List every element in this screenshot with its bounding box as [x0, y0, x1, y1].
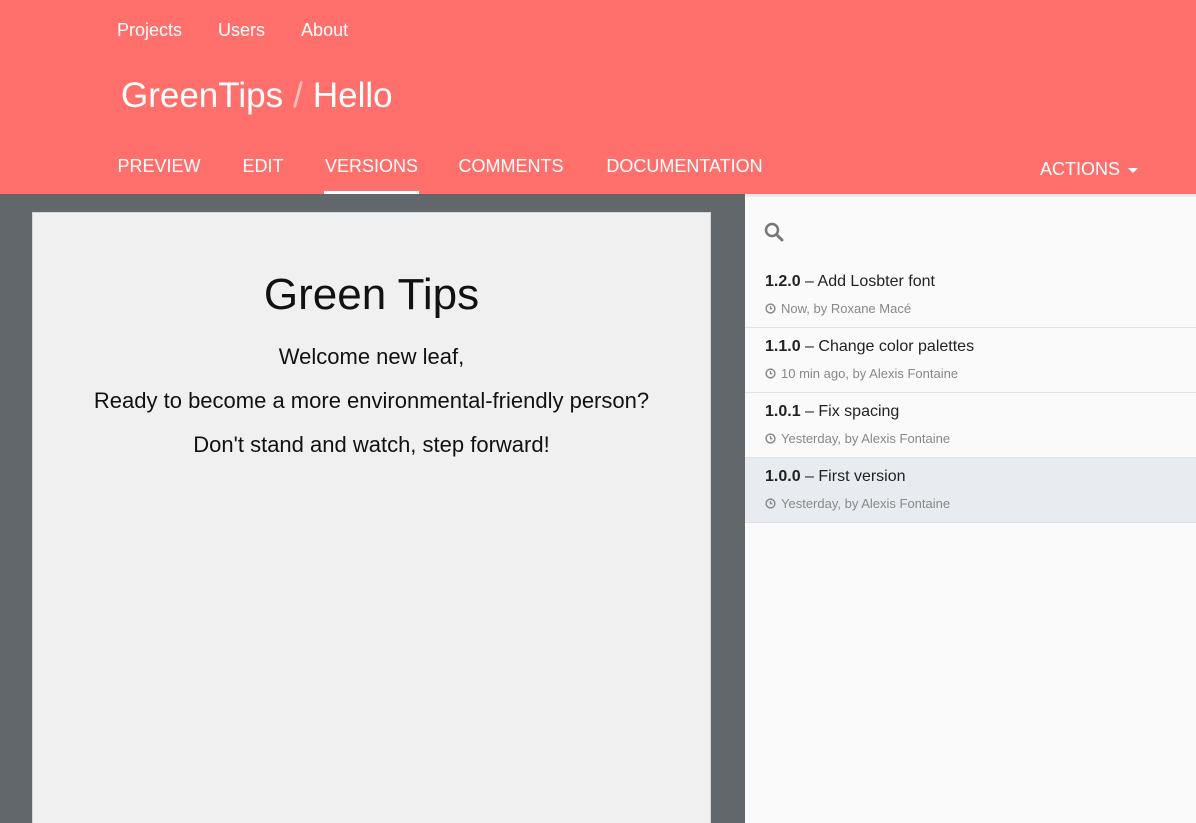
tab-preview[interactable]: PREVIEW: [113, 144, 205, 194]
tab-documentation[interactable]: DOCUMENTATION: [601, 144, 768, 194]
top-navigation: Projects Users About: [117, 20, 348, 41]
tab-versions[interactable]: VERSIONS: [324, 144, 419, 194]
preview-pane: Green Tips Welcome new leaf, Ready to be…: [0, 194, 745, 823]
version-number: 1.0.0: [765, 468, 801, 485]
version-dash: –: [805, 468, 814, 485]
version-dash: –: [805, 403, 814, 420]
actions-label: ACTIONS: [1039, 159, 1120, 179]
version-title: 1.1.0 – Change color palettes: [765, 338, 974, 356]
version-meta: Yesterday, by Alexis Fontaine: [765, 496, 950, 511]
nav-link-projects[interactable]: Projects: [117, 20, 182, 41]
version-meta-text: Yesterday, by Alexis Fontaine: [781, 431, 951, 446]
version-number: 1.1.0: [765, 338, 801, 355]
tab-edit[interactable]: EDIT: [236, 144, 290, 194]
version-search: [745, 197, 1196, 263]
version-message: Change color palettes: [818, 338, 975, 355]
version-meta: 10 min ago, by Alexis Fontaine: [765, 366, 958, 381]
version-message: Add Losbter font: [817, 273, 935, 290]
version-title: 1.0.0 – First version: [765, 468, 906, 486]
nav-link-users[interactable]: Users: [218, 20, 265, 41]
version-title: 1.2.0 – Add Losbter font: [765, 273, 935, 291]
version-meta: Now, by Roxane Macé: [765, 301, 911, 316]
document-line: Welcome new leaf,: [278, 344, 465, 369]
document-line: Don't stand and watch, step forward!: [193, 432, 550, 457]
version-meta-text: Now, by Roxane Macé: [781, 301, 912, 316]
breadcrumb: GreenTips / Hello: [121, 76, 393, 116]
version-title: 1.0.1 – Fix spacing: [765, 403, 899, 421]
version-message: First version: [818, 468, 906, 485]
version-meta-text: Yesterday, by Alexis Fontaine: [781, 496, 951, 511]
clock-icon: [765, 303, 776, 314]
breadcrumb-separator: /: [293, 76, 303, 115]
actions-dropdown[interactable]: ACTIONS: [1040, 144, 1138, 194]
page-tabs: PREVIEW EDIT VERSIONS COMMENTS DOCUMENTA…: [0, 144, 1196, 194]
document-title: Green Tips: [263, 270, 480, 319]
document-line: Ready to become a more environmental-fri…: [93, 388, 650, 413]
document-preview: Green Tips Welcome new leaf, Ready to be…: [32, 212, 711, 823]
version-message: Fix spacing: [818, 403, 900, 420]
clock-icon: [765, 368, 776, 379]
version-item[interactable]: 1.2.0 – Add Losbter font Now, by Roxane …: [745, 263, 1196, 328]
version-item[interactable]: 1.1.0 – Change color palettes 10 min ago…: [745, 328, 1196, 393]
nav-link-about[interactable]: About: [301, 20, 348, 41]
version-number: 1.2.0: [765, 273, 801, 290]
breadcrumb-project[interactable]: GreenTips: [121, 76, 283, 116]
version-meta-text: 10 min ago, by Alexis Fontaine: [781, 366, 959, 381]
version-meta: Yesterday, by Alexis Fontaine: [765, 431, 950, 446]
version-item[interactable]: 1.0.1 – Fix spacing Yesterday, by Alexis…: [745, 393, 1196, 458]
search-icon[interactable]: [764, 222, 784, 242]
version-dash: –: [805, 338, 814, 355]
versions-panel: 1.2.0 – Add Losbter font Now, by Roxane …: [745, 194, 1196, 823]
app-header: Projects Users About GreenTips / Hello P…: [0, 0, 1196, 194]
clock-icon: [765, 433, 776, 444]
version-item-selected[interactable]: 1.0.0 – First version Yesterday, by Alex…: [745, 458, 1196, 523]
version-number: 1.0.1: [765, 403, 801, 420]
breadcrumb-page: Hello: [312, 76, 393, 115]
tab-comments[interactable]: COMMENTS: [452, 144, 570, 194]
version-dash: –: [805, 273, 814, 290]
caret-down-icon: [1128, 167, 1138, 173]
clock-icon: [765, 498, 776, 509]
